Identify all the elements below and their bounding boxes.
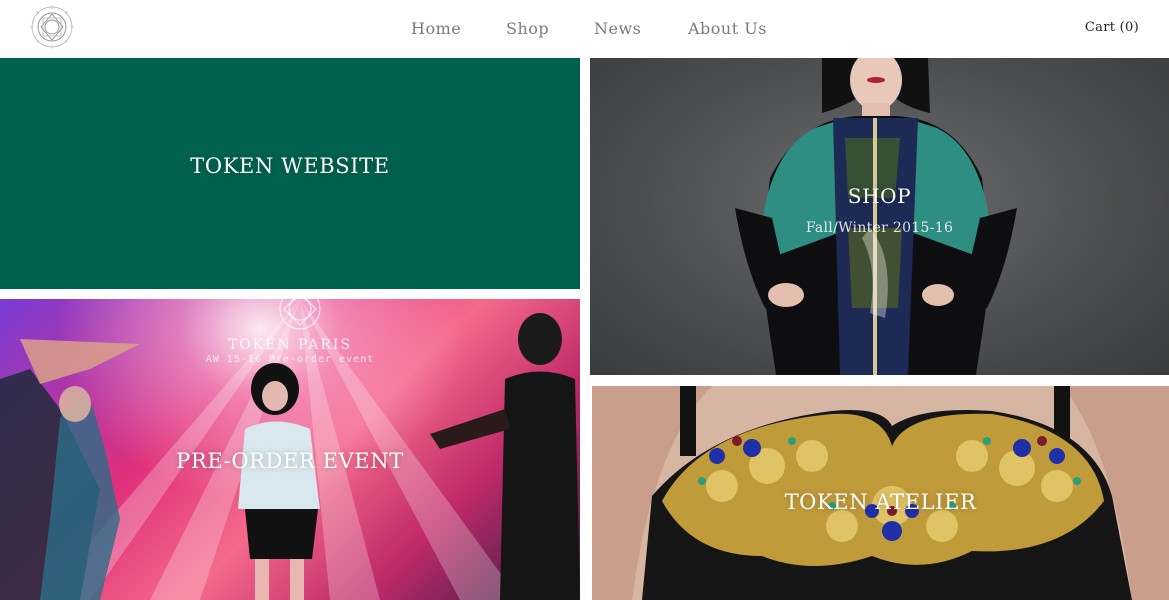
token-logo-icon[interactable] — [30, 5, 74, 49]
nav-about-us[interactable]: About Us — [688, 19, 767, 38]
event-brand-subtitle: AW 15-16 Pre-order event — [205, 354, 375, 365]
tile-token-website[interactable]: TOKEN WEBSITE — [0, 58, 580, 289]
main-nav: Home Shop News About Us — [0, 0, 1169, 58]
tile-title: SHOP — [847, 184, 912, 208]
tile-subtitle: Fall/Winter 2015-16 — [805, 220, 954, 236]
tile-token-atelier[interactable]: TOKEN ATELIER — [592, 386, 1169, 600]
event-brand: TOKEN PARIS — [227, 337, 353, 353]
tile-shop[interactable]: SHOP Fall/Winter 2015-16 — [590, 58, 1169, 375]
shop-photo — [735, 58, 1017, 375]
tile-pre-order-event[interactable]: TOKEN PARIS AW 15-16 Pre-order event PRE… — [0, 299, 580, 600]
tile-title: TOKEN WEBSITE — [190, 154, 390, 178]
nav-news[interactable]: News — [594, 19, 641, 38]
nav-home[interactable]: Home — [411, 19, 461, 38]
nav-shop[interactable]: Shop — [506, 19, 549, 38]
tile-title: TOKEN ATELIER — [784, 490, 977, 514]
tile-title: PRE-ORDER EVENT — [176, 449, 404, 473]
site-header: Home Shop News About Us Cart (0) — [0, 0, 1169, 58]
cart-link[interactable]: Cart (0) — [1085, 20, 1139, 35]
